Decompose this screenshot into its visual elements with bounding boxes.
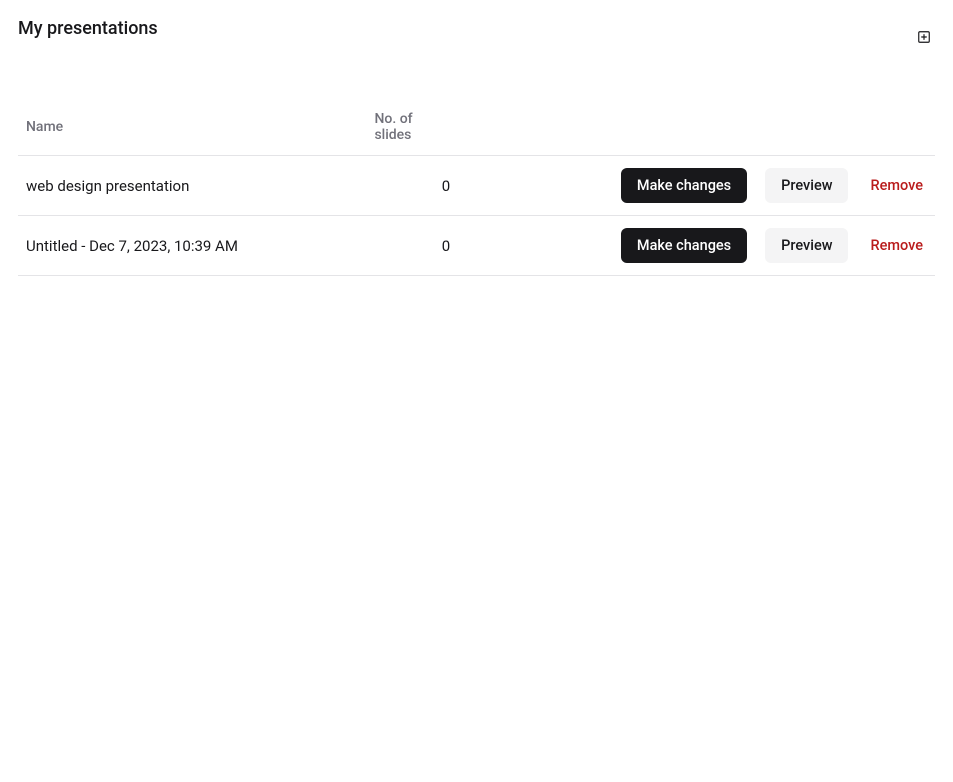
page-header: My presentations bbox=[18, 18, 935, 51]
presentation-name: Untitled - Dec 7, 2023, 10:39 AM bbox=[18, 216, 366, 276]
preview-button[interactable]: Preview bbox=[765, 168, 848, 203]
preview-button[interactable]: Preview bbox=[765, 228, 848, 263]
presentation-name: web design presentation bbox=[18, 156, 366, 216]
add-presentation-button[interactable] bbox=[913, 26, 935, 51]
column-header-name: Name bbox=[18, 99, 366, 156]
add-square-icon bbox=[917, 30, 931, 47]
make-changes-button[interactable]: Make changes bbox=[621, 228, 747, 263]
make-changes-button[interactable]: Make changes bbox=[621, 168, 747, 203]
page-title: My presentations bbox=[18, 18, 158, 39]
remove-button[interactable]: Remove bbox=[866, 168, 927, 203]
presentation-slide-count: 0 bbox=[366, 156, 458, 216]
remove-button[interactable]: Remove bbox=[866, 228, 927, 263]
table-row: web design presentation 0 Make changes P… bbox=[18, 156, 935, 216]
presentation-slide-count: 0 bbox=[366, 216, 458, 276]
column-header-slides: No. of slides bbox=[366, 99, 458, 156]
table-row: Untitled - Dec 7, 2023, 10:39 AM 0 Make … bbox=[18, 216, 935, 276]
presentations-table: Name No. of slides web design presentati… bbox=[18, 99, 935, 276]
column-header-actions bbox=[458, 99, 935, 156]
